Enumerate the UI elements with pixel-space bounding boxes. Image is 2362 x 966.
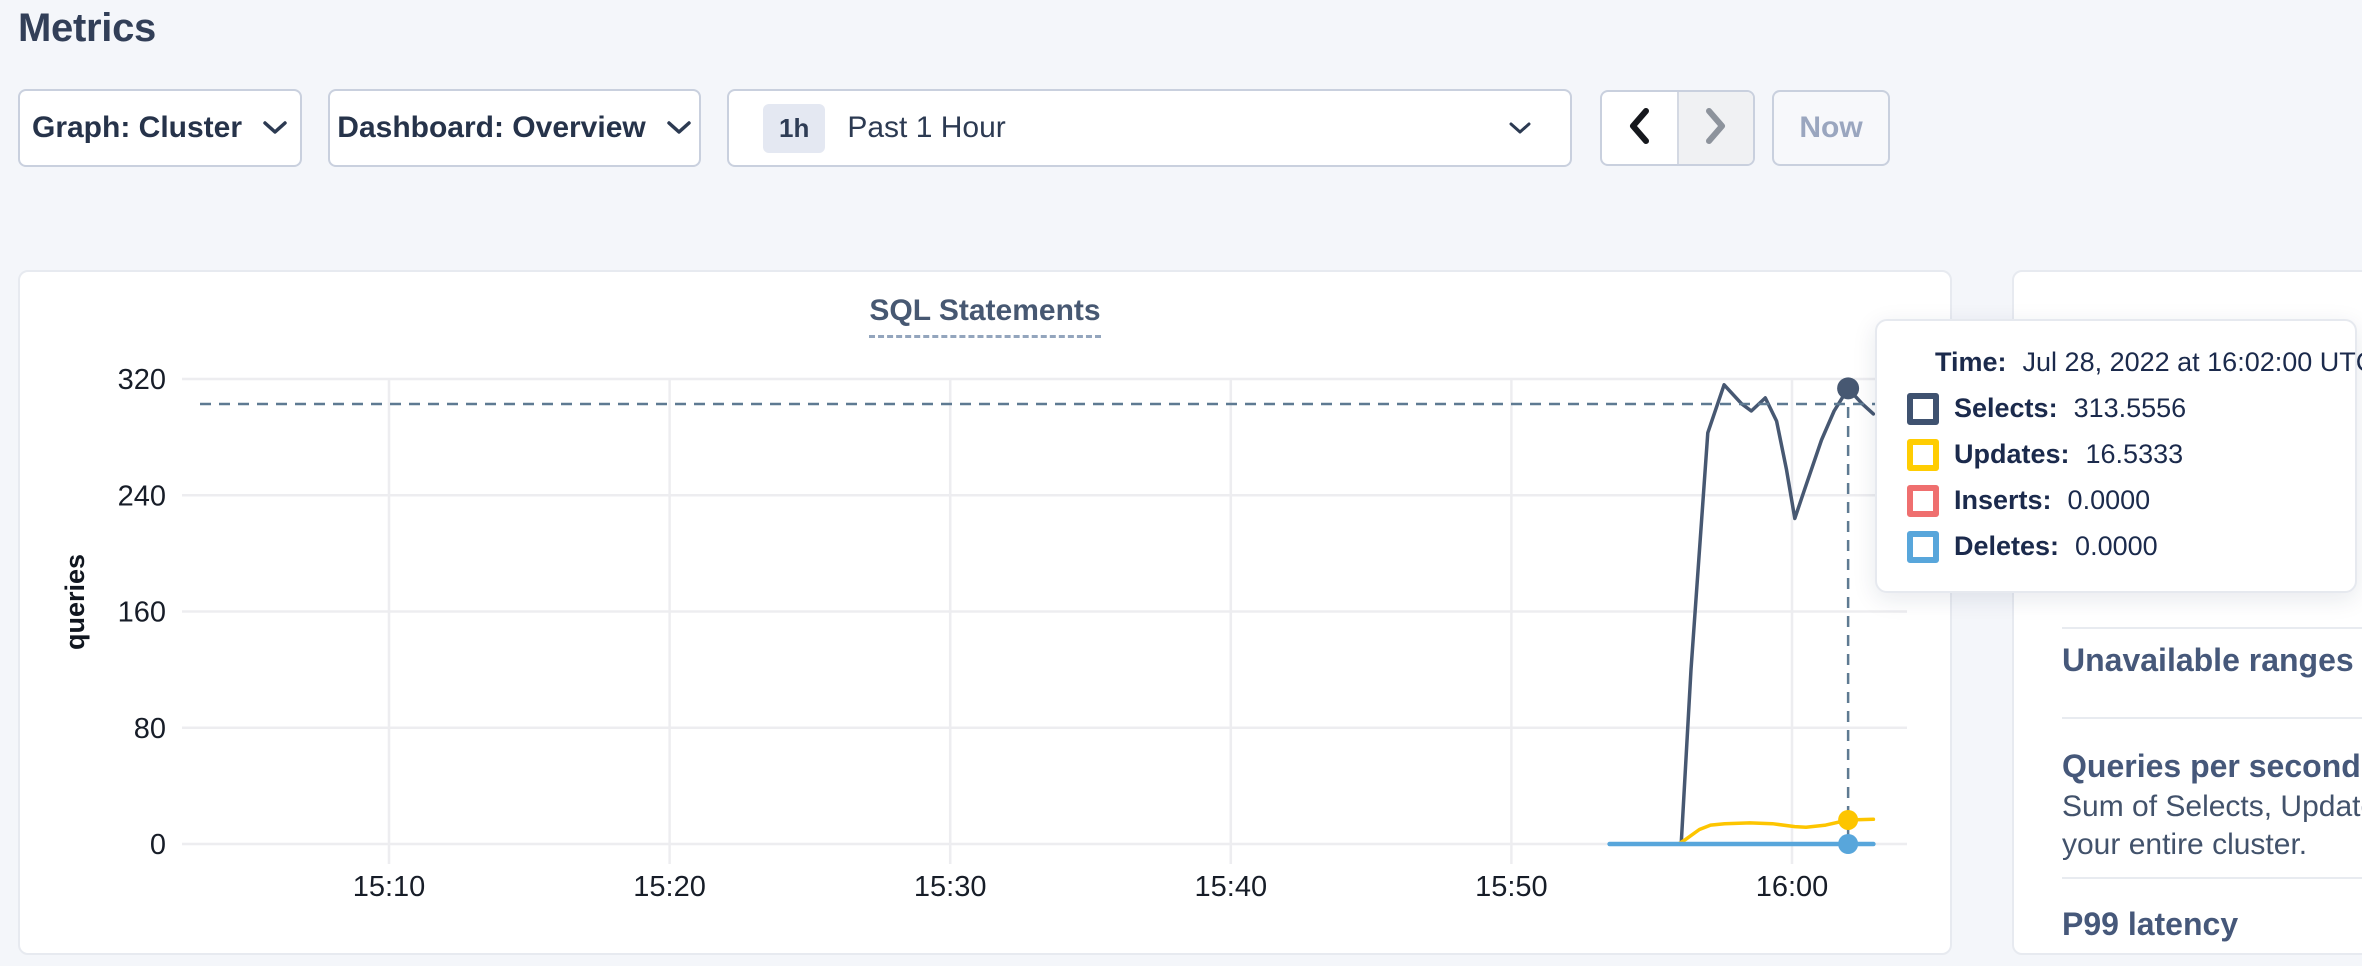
- tooltip-series-value: 313.5556: [2074, 393, 2187, 424]
- tooltip-series-value: 16.5333: [2086, 439, 2184, 470]
- tooltip-series-label: Inserts:: [1954, 485, 2052, 516]
- inserts-series-swatch-icon: [1907, 485, 1939, 517]
- dashboard-dropdown-label: Dashboard: Overview: [337, 111, 645, 145]
- time-range-label: Past 1 Hour: [847, 111, 1005, 145]
- graph-scope-dropdown[interactable]: Graph: Cluster: [18, 89, 302, 167]
- deletes-series-swatch-icon: [1907, 531, 1939, 563]
- next-time-window-button[interactable]: [1677, 92, 1754, 164]
- side-section-title-queries-per-second: Queries per second: [2062, 748, 2361, 785]
- tooltip-time-row: Time: Jul 28, 2022 at 16:02:00 UTC: [1935, 348, 2355, 377]
- sql-statements-chart-card: SQL Statements 08016024032015:1015:2015:…: [18, 270, 1952, 955]
- now-button[interactable]: Now: [1772, 90, 1890, 166]
- svg-text:15:50: 15:50: [1475, 871, 1548, 903]
- svg-text:15:30: 15:30: [914, 871, 987, 903]
- svg-text:0: 0: [150, 829, 166, 861]
- tooltip-series-label: Updates:: [1954, 439, 2070, 470]
- svg-text:15:40: 15:40: [1195, 871, 1268, 903]
- chart-hover-tooltip: Time: Jul 28, 2022 at 16:02:00 UTC Selec…: [1875, 319, 2357, 593]
- side-section-description-line: Sum of Selects, Updates, Inser: [2062, 790, 2362, 824]
- chevron-right-icon: [1703, 105, 1729, 152]
- time-window-pager: [1600, 90, 1755, 166]
- tooltip-series-label: Deletes:: [1954, 531, 2059, 562]
- sql-statements-chart-plot[interactable]: 0 80 160 240 320 15:10 15:20 15:30 15:40 15:50 16:…: [20, 272, 1950, 953]
- tooltip-time-value: Jul 28, 2022 at 16:02:00 UTC: [2023, 347, 2362, 378]
- previous-time-window-button[interactable]: [1602, 92, 1677, 164]
- divider: [2062, 627, 2362, 629]
- side-section-description-line: your entire cluster.: [2062, 828, 2307, 862]
- tooltip-series-row: Deletes: 0.0000: [1907, 532, 2355, 561]
- chevron-down-icon: [1508, 121, 1532, 136]
- tooltip-series-row: Selects: 313.5556: [1907, 394, 2355, 423]
- updates-series-swatch-icon: [1907, 439, 1939, 471]
- time-range-badge: 1h: [763, 104, 825, 153]
- tooltip-time-label: Time:: [1935, 347, 2007, 378]
- selects-series-swatch-icon: [1907, 393, 1939, 425]
- divider: [2062, 717, 2362, 719]
- svg-text:queries: queries: [60, 554, 90, 650]
- tooltip-series-row: Inserts: 0.0000: [1907, 486, 2355, 515]
- time-range-dropdown[interactable]: 1h Past 1 Hour: [727, 89, 1572, 167]
- svg-text:240: 240: [118, 480, 166, 512]
- chevron-left-icon: [1626, 105, 1652, 152]
- page-title: Metrics: [18, 6, 156, 51]
- chevron-down-icon: [666, 120, 692, 136]
- svg-text:80: 80: [134, 713, 166, 745]
- tooltip-series-row: Updates: 16.5333: [1907, 440, 2355, 469]
- side-section-title-p99-latency: P99 latency: [2062, 906, 2238, 943]
- graph-scope-dropdown-label: Graph: Cluster: [32, 111, 242, 145]
- svg-text:320: 320: [118, 364, 166, 396]
- svg-text:16:00: 16:00: [1756, 871, 1829, 903]
- chevron-down-icon: [262, 120, 288, 136]
- dashboard-dropdown[interactable]: Dashboard: Overview: [328, 89, 701, 167]
- tooltip-series-label: Selects:: [1954, 393, 2058, 424]
- svg-text:15:10: 15:10: [353, 871, 426, 903]
- tooltip-series-value: 0.0000: [2068, 485, 2151, 516]
- tooltip-series-value: 0.0000: [2075, 531, 2158, 562]
- svg-text:160: 160: [118, 597, 166, 629]
- side-section-title-unavailable-ranges: Unavailable ranges: [2062, 642, 2354, 679]
- svg-text:15:20: 15:20: [633, 871, 706, 903]
- divider: [2062, 877, 2362, 879]
